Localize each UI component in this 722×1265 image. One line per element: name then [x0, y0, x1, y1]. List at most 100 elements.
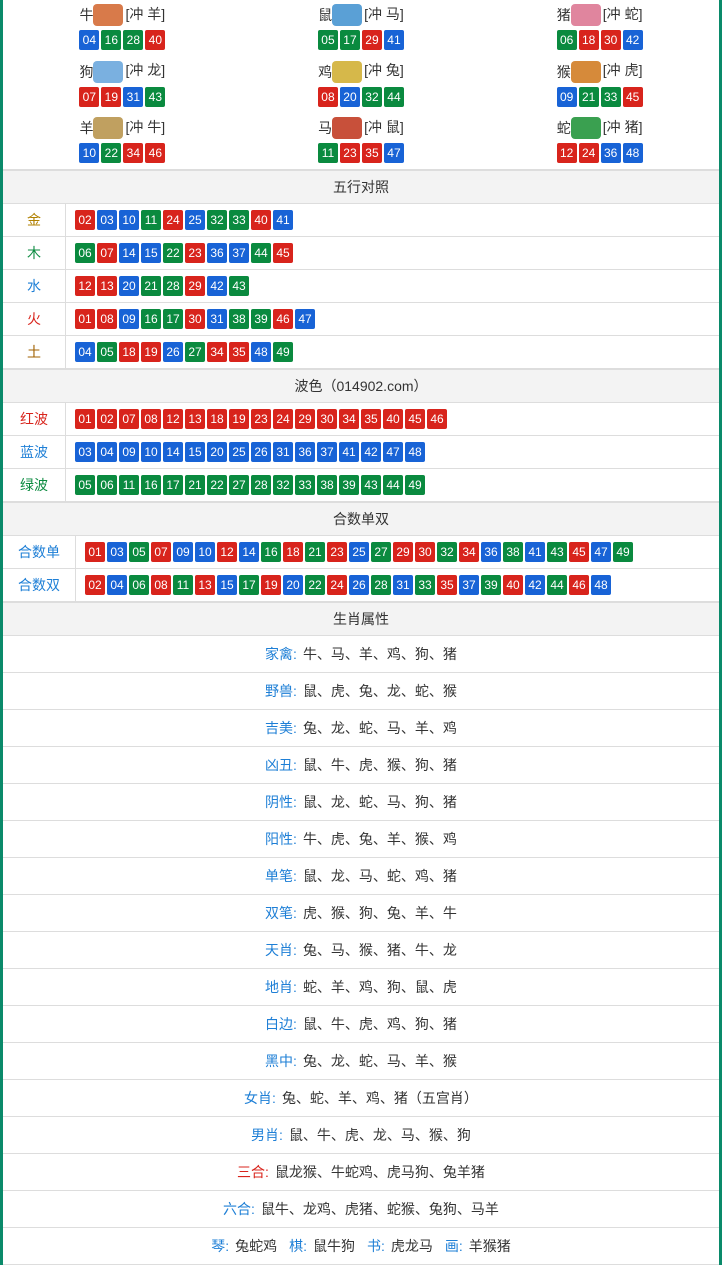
ball: 46: [427, 409, 447, 429]
attr-row: 女肖:兔、蛇、羊、鸡、猪（五宫肖）: [3, 1080, 719, 1117]
ball: 10: [79, 143, 99, 163]
attr-key: 凶丑:: [265, 757, 297, 773]
ball: 32: [437, 542, 457, 562]
zodiac-name: 鸡: [318, 62, 332, 82]
ball: 17: [239, 575, 259, 595]
ball: 22: [101, 143, 121, 163]
ball: 33: [229, 210, 249, 230]
ball: 01: [75, 409, 95, 429]
zodiac-cell: 鼠[冲 马]05172941: [242, 0, 481, 56]
ball: 17: [163, 475, 183, 495]
table-row: 绿波05061116172122272832333839434449: [3, 468, 719, 501]
ball: 28: [123, 30, 143, 50]
ball: 32: [362, 87, 382, 107]
ball: 26: [251, 442, 271, 462]
zodiac-name: 鼠: [318, 5, 332, 25]
zodiac-name: 猪: [557, 5, 571, 25]
row-balls: 02031011242532334041: [66, 204, 720, 237]
ball: 14: [239, 542, 259, 562]
ball: 08: [141, 409, 161, 429]
zodiac-name: 猴: [557, 62, 571, 82]
ball: 11: [141, 210, 161, 230]
ball: 16: [101, 30, 121, 50]
zodiac-clash: [冲 鼠]: [364, 119, 404, 135]
attr-row: 单笔:鼠、龙、马、蛇、鸡、猪: [3, 858, 719, 895]
ball: 15: [141, 243, 161, 263]
ball: 03: [97, 210, 117, 230]
ball: 04: [79, 30, 99, 50]
ball: 48: [405, 442, 425, 462]
bose-table: 红波0102070812131819232429303435404546蓝波03…: [3, 403, 719, 502]
zodiac-cell: 蛇[冲 猪]12243648: [480, 113, 719, 169]
ball: 18: [207, 409, 227, 429]
attr-val: 鼠龙猴、牛蛇鸡、虎马狗、兔羊猪: [275, 1164, 485, 1180]
attr-val: 鼠、虎、兔、龙、蛇、猴: [303, 683, 457, 699]
row-label: 木: [3, 236, 66, 269]
row-balls: 0108091617303138394647: [66, 302, 720, 335]
ball: 11: [173, 575, 193, 595]
ball: 24: [273, 409, 293, 429]
row-label: 合数单: [3, 536, 76, 569]
ball: 12: [217, 542, 237, 562]
table-row: 蓝波03040910141520252631363741424748: [3, 435, 719, 468]
zodiac-name: 蛇: [557, 118, 571, 138]
attr-row: 野兽:鼠、虎、兔、龙、蛇、猴: [3, 673, 719, 710]
table-row: 木06071415222336374445: [3, 236, 719, 269]
ball: 31: [123, 87, 143, 107]
zodiac-name: 牛: [79, 5, 93, 25]
ball: 16: [141, 309, 161, 329]
footer-val: 兔蛇鸡: [235, 1238, 277, 1254]
ball: 05: [318, 30, 338, 50]
row-balls: 0204060811131517192022242628313335373940…: [76, 568, 720, 601]
zodiac-name: 狗: [79, 62, 93, 82]
table-row: 土04051819262734354849: [3, 335, 719, 368]
bose-header: 波色（014902.com）: [3, 369, 719, 403]
ball: 11: [318, 143, 338, 163]
ball: 46: [273, 309, 293, 329]
ball: 29: [185, 276, 205, 296]
ball: 41: [273, 210, 293, 230]
ball: 33: [415, 575, 435, 595]
ball: 25: [185, 210, 205, 230]
ball: 40: [145, 30, 165, 50]
ball: 14: [119, 243, 139, 263]
ball: 34: [459, 542, 479, 562]
ball: 01: [75, 309, 95, 329]
ball: 40: [503, 575, 523, 595]
ball: 03: [107, 542, 127, 562]
ball: 22: [163, 243, 183, 263]
ball: 40: [251, 210, 271, 230]
zodiac-cell: 狗[冲 龙]07193143: [3, 56, 242, 112]
ball: 18: [283, 542, 303, 562]
table-row: 红波0102070812131819232429303435404546: [3, 403, 719, 436]
ball: 30: [415, 542, 435, 562]
ball: 09: [119, 309, 139, 329]
attr-key: 单笔:: [265, 868, 297, 884]
row-balls: 05061116172122272832333839434449: [66, 468, 720, 501]
ball: 05: [97, 342, 117, 362]
heshu-header: 合数单双: [3, 502, 719, 536]
ball: 44: [251, 243, 271, 263]
ball: 37: [229, 243, 249, 263]
ball: 42: [361, 442, 381, 462]
zodiac-icon: [332, 117, 362, 139]
zodiac-cell: 猴[冲 虎]09213345: [480, 56, 719, 112]
ball: 37: [317, 442, 337, 462]
zodiac-icon: [571, 117, 601, 139]
zodiac-cell: 猪[冲 蛇]06183042: [480, 0, 719, 56]
ball: 30: [601, 30, 621, 50]
ball: 47: [591, 542, 611, 562]
zodiac-icon: [93, 61, 123, 83]
attr-val: 蛇、羊、鸡、狗、鼠、虎: [303, 979, 457, 995]
attr-val: 牛、马、羊、鸡、狗、猪: [303, 646, 457, 662]
zodiac-clash: [冲 蛇]: [603, 6, 643, 22]
ball: 39: [251, 309, 271, 329]
ball: 20: [119, 276, 139, 296]
ball: 49: [405, 475, 425, 495]
ball: 49: [613, 542, 633, 562]
attr-key: 女肖:: [244, 1090, 276, 1106]
attr-row: 男肖:鼠、牛、虎、龙、马、猴、狗: [3, 1117, 719, 1154]
attr-row: 三合:鼠龙猴、牛蛇鸡、虎马狗、兔羊猪: [3, 1154, 719, 1191]
ball: 26: [163, 342, 183, 362]
ball: 44: [384, 87, 404, 107]
